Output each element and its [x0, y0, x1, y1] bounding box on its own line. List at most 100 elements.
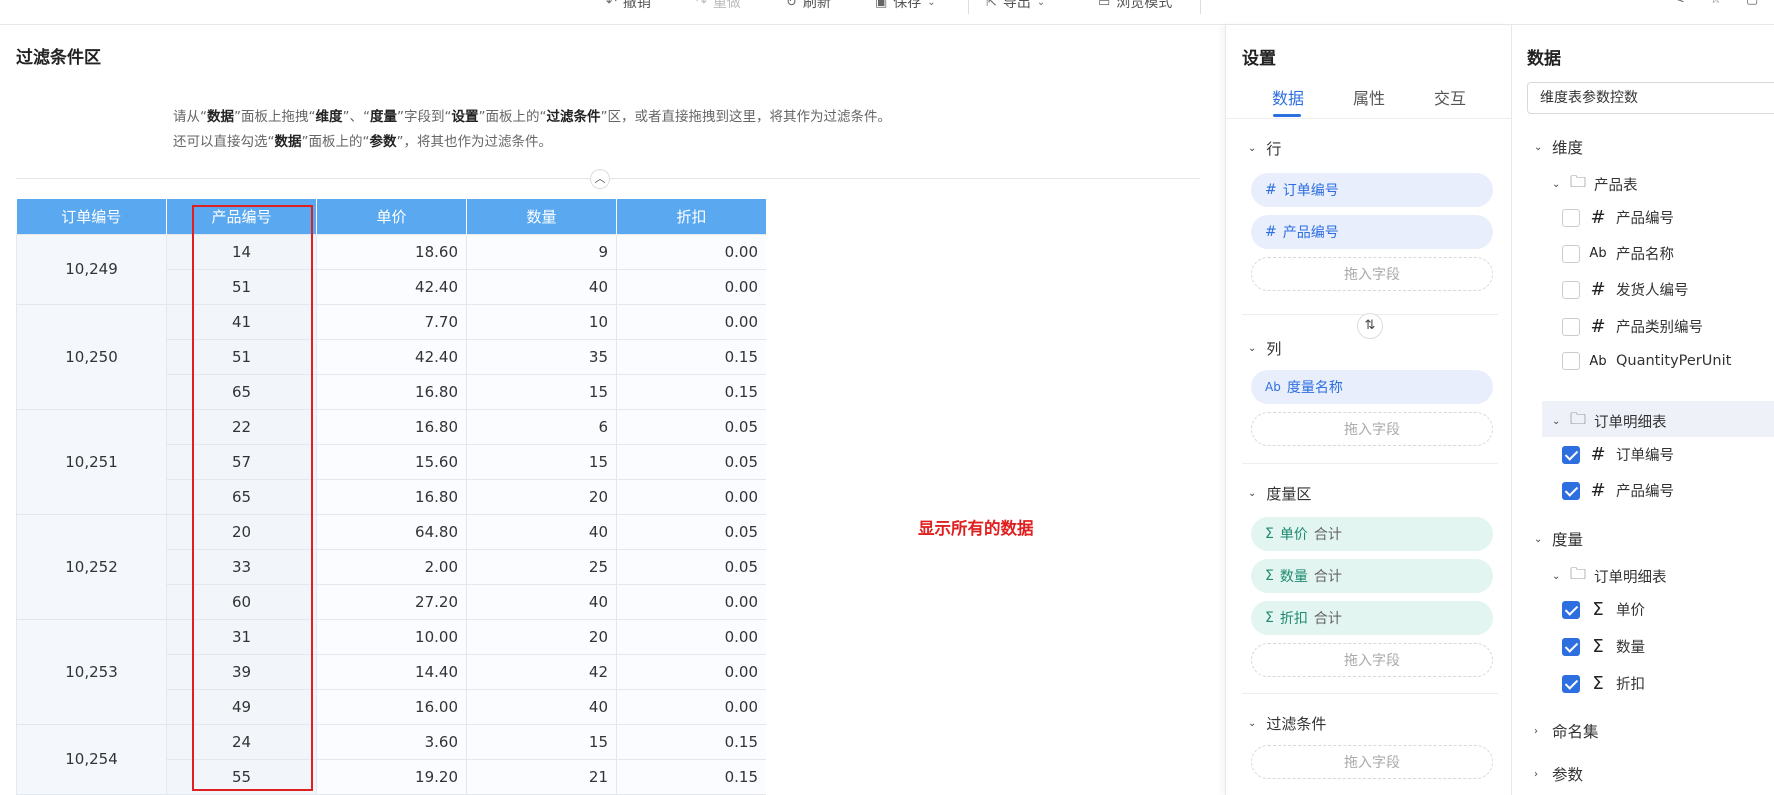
tree-field[interactable]: # 产品编号 [1562, 480, 1674, 501]
discount-cell[interactable]: 0.00 [616, 478, 766, 515]
column-field-pill[interactable]: Ab 度量名称 [1251, 370, 1493, 404]
unit-price-cell[interactable]: 16.00 [316, 688, 467, 725]
column-header[interactable]: 单价 [316, 199, 467, 234]
redo-button[interactable]: ↷ 重做 [696, 0, 741, 12]
field-checkbox[interactable] [1562, 280, 1580, 299]
tree-field[interactable]: Σ 折扣 [1562, 673, 1645, 694]
column-header[interactable]: 订单编号 [16, 199, 167, 234]
quantity-cell[interactable]: 9 [466, 233, 617, 270]
unit-price-cell[interactable]: 18.60 [316, 233, 467, 270]
unit-price-cell[interactable]: 19.20 [316, 758, 467, 795]
more-button[interactable]: ••• [1218, 0, 1241, 7]
unit-price-cell[interactable]: 14.40 [316, 653, 467, 690]
discount-cell[interactable]: 0.05 [616, 443, 766, 480]
save-button[interactable]: ▣ 保存 ⌄ [875, 0, 936, 12]
unit-price-cell[interactable]: 7.70 [316, 303, 467, 340]
tab-properties[interactable]: 属性 [1353, 85, 1385, 109]
product-id-cell[interactable]: 14 [166, 233, 317, 270]
quantity-cell[interactable]: 20 [466, 618, 617, 655]
quantity-cell[interactable]: 10 [466, 303, 617, 340]
column-header[interactable]: 数量 [466, 199, 617, 234]
quantity-cell[interactable]: 42 [466, 653, 617, 690]
favorite-button[interactable]: ☆ [1710, 0, 1722, 7]
browse-mode-button[interactable]: ▭ 浏览模式 [1098, 0, 1172, 12]
product-id-cell[interactable]: 51 [166, 338, 317, 375]
product-id-cell[interactable]: 60 [166, 583, 317, 620]
discount-cell[interactable]: 0.00 [616, 653, 766, 690]
discount-cell[interactable]: 0.00 [616, 233, 766, 270]
field-checkbox[interactable] [1562, 600, 1580, 619]
field-checkbox[interactable] [1562, 352, 1580, 370]
product-id-cell[interactable]: 65 [166, 478, 317, 515]
order-id-cell[interactable]: 10,254 [16, 723, 167, 795]
tree-field[interactable]: Ab 产品名称 [1562, 243, 1674, 264]
unit-price-cell[interactable]: 3.60 [316, 723, 467, 760]
measures-section-header[interactable]: ⌄ 度量区 [1248, 483, 1311, 504]
order-id-cell[interactable]: 10,253 [16, 618, 167, 725]
tree-measure-table[interactable]: ⌄ 🗀 订单明细表 [1552, 563, 1667, 590]
discount-cell[interactable]: 0.15 [616, 373, 766, 410]
product-id-cell[interactable]: 24 [166, 723, 317, 760]
field-checkbox[interactable] [1562, 445, 1580, 464]
tree-field[interactable]: # 发货人编号 [1562, 279, 1689, 300]
discount-cell[interactable]: 0.00 [616, 583, 766, 620]
swap-rows-columns-button[interactable]: ⇅ [1357, 313, 1383, 339]
tree-field[interactable]: Ab QuantityPerUnit [1562, 352, 1731, 370]
unit-price-cell[interactable]: 27.20 [316, 583, 467, 620]
tab-interaction[interactable]: 交互 [1434, 85, 1466, 109]
product-id-cell[interactable]: 51 [166, 268, 317, 305]
quantity-cell[interactable]: 6 [466, 408, 617, 445]
discount-cell[interactable]: 0.15 [616, 723, 766, 760]
column-header[interactable]: 产品编号 [166, 199, 317, 234]
quantity-cell[interactable]: 15 [466, 723, 617, 760]
measures-drop-zone[interactable]: 拖入字段 [1251, 643, 1493, 677]
filter-section-header[interactable]: ⌄ 过滤条件 [1248, 713, 1326, 734]
tree-dimensions[interactable]: ⌄ 维度 [1534, 136, 1583, 158]
unit-price-cell[interactable]: 42.40 [316, 268, 467, 305]
product-id-cell[interactable]: 49 [166, 688, 317, 725]
product-id-cell[interactable]: 22 [166, 408, 317, 445]
share-button[interactable]: ⋖ [1674, 0, 1685, 7]
discount-cell[interactable]: 0.15 [616, 758, 766, 795]
collapse-button[interactable]: ︿ [590, 169, 610, 189]
row-field-pill[interactable]: # 订单编号 [1251, 173, 1493, 207]
tab-data[interactable]: 数据 [1272, 85, 1304, 109]
tree-field[interactable]: Σ 数量 [1562, 636, 1645, 657]
product-id-cell[interactable]: 65 [166, 373, 317, 410]
tree-order-detail-table[interactable]: ⌄ 🗀 订单明细表 [1552, 408, 1667, 435]
quantity-cell[interactable]: 21 [466, 758, 617, 795]
order-id-cell[interactable]: 10,252 [16, 513, 167, 620]
columns-section-header[interactable]: ⌄ 列 [1248, 338, 1281, 359]
export-button[interactable]: ⇱ 导出 ⌄ [986, 0, 1045, 12]
tree-product-table[interactable]: ⌄ 🗀 产品表 [1552, 171, 1638, 198]
order-id-cell[interactable]: 10,251 [16, 408, 167, 515]
discount-cell[interactable]: 0.05 [616, 548, 766, 585]
measure-field-pill[interactable]: Σ 折扣 合计 [1251, 601, 1493, 635]
unit-price-cell[interactable]: 15.60 [316, 443, 467, 480]
dataset-select[interactable]: 维度表参数控数 [1527, 82, 1774, 114]
product-id-cell[interactable]: 33 [166, 548, 317, 585]
rows-section-header[interactable]: ⌄ 行 [1248, 138, 1281, 159]
unit-price-cell[interactable]: 64.80 [316, 513, 467, 550]
quantity-cell[interactable]: 40 [466, 688, 617, 725]
field-checkbox[interactable] [1562, 481, 1580, 500]
tree-field[interactable]: # 订单编号 [1562, 444, 1674, 465]
measure-field-pill[interactable]: Σ 单价 合计 [1251, 517, 1493, 551]
order-id-cell[interactable]: 10,250 [16, 303, 167, 410]
quantity-cell[interactable]: 35 [466, 338, 617, 375]
order-id-cell[interactable]: 10,249 [16, 233, 167, 305]
tree-field[interactable]: # 产品编号 [1562, 207, 1674, 228]
filter-drop-zone[interactable]: 拖入字段 [1251, 745, 1493, 779]
field-checkbox[interactable] [1562, 317, 1580, 336]
unit-price-cell[interactable]: 16.80 [316, 478, 467, 515]
comment-button[interactable]: ▢ [1746, 0, 1758, 7]
field-checkbox[interactable] [1562, 637, 1580, 656]
undo-button[interactable]: ↶ 撤销 [606, 0, 651, 12]
product-id-cell[interactable]: 57 [166, 443, 317, 480]
tree-parameters[interactable]: › 参数 [1534, 763, 1583, 785]
measure-field-pill[interactable]: Σ 数量 合计 [1251, 559, 1493, 593]
quantity-cell[interactable]: 15 [466, 373, 617, 410]
refresh-button[interactable]: ↻ 刷新 [786, 0, 831, 12]
field-checkbox[interactable] [1562, 208, 1580, 227]
row-field-pill[interactable]: # 产品编号 [1251, 215, 1493, 249]
